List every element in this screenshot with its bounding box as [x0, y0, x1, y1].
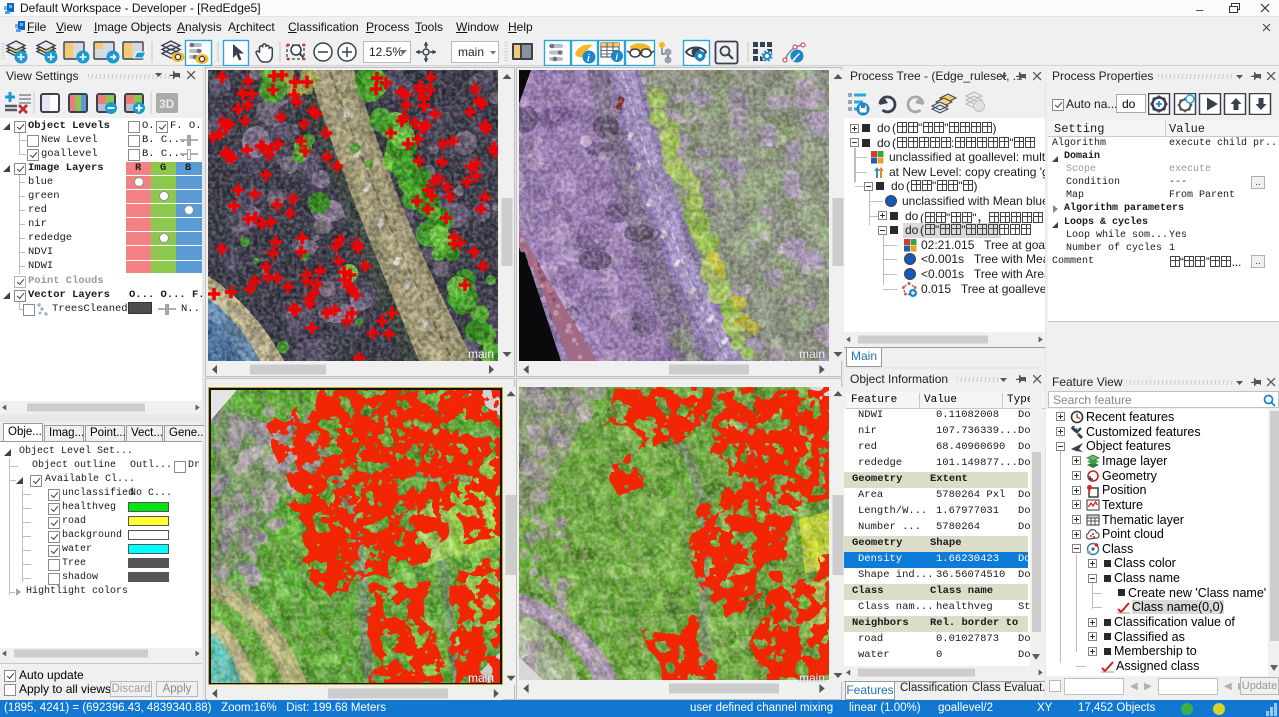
svg-text:main: main: [458, 45, 484, 59]
svg-text:i: i: [587, 54, 590, 65]
svg-text:3D: 3D: [159, 97, 175, 111]
svg-text:12.5%: 12.5%: [369, 45, 403, 59]
